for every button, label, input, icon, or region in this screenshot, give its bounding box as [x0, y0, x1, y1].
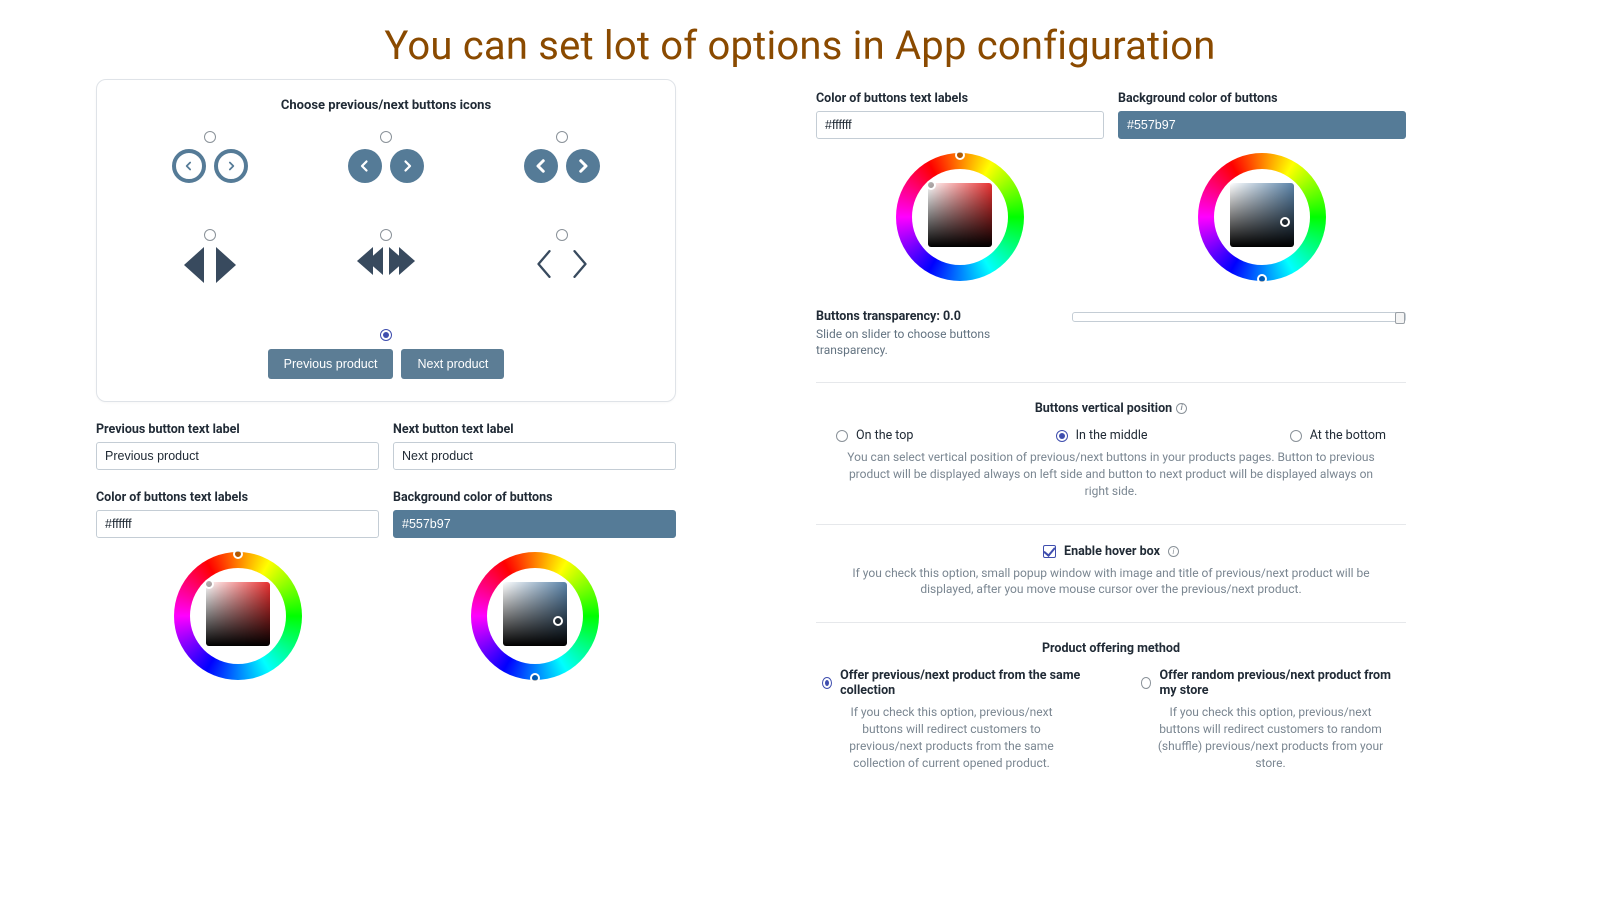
- icon-option-3[interactable]: [524, 131, 600, 183]
- icon-option-5[interactable]: [357, 229, 415, 285]
- divider: [816, 524, 1406, 525]
- offer-random-desc: If you check this option, previous/next …: [1141, 704, 1400, 771]
- radio-icon-option-4[interactable]: [204, 229, 216, 241]
- vpos-option-middle[interactable]: In the middle: [1056, 428, 1148, 443]
- r-text-color-input[interactable]: [816, 111, 1104, 139]
- radio-icon-option-3[interactable]: [556, 131, 568, 143]
- icon-option-2[interactable]: [348, 131, 424, 183]
- arrow-right-circle-outline-icon: [214, 149, 248, 183]
- radio-vpos-bottom[interactable]: [1290, 430, 1302, 442]
- vertical-position-desc: You can select vertical position of prev…: [816, 449, 1406, 499]
- triangle-left-icon: [184, 247, 204, 283]
- vpos-option-bottom[interactable]: At the bottom: [1290, 428, 1386, 443]
- transparency-subtitle: Slide on slider to choose buttons transp…: [816, 327, 1046, 358]
- r-bg-color-label: Background color of buttons: [1118, 91, 1406, 106]
- r-bg-color-input[interactable]: [1118, 111, 1406, 139]
- arrow-left-circle-outline-icon: [172, 149, 206, 183]
- vertical-position-title: Buttons vertical position: [816, 401, 1406, 416]
- preview-previous-button[interactable]: Previous product: [268, 349, 394, 379]
- info-icon: [1176, 403, 1187, 414]
- radio-icon-option-5[interactable]: [380, 229, 392, 241]
- r-text-color-label: Color of buttons text labels: [816, 91, 1104, 106]
- hover-box-desc: If you check this option, small popup wi…: [816, 565, 1406, 599]
- triangle-right-icon: [216, 247, 236, 283]
- transparency-slider[interactable]: [1072, 312, 1406, 322]
- r-text-color-picker[interactable]: [896, 153, 1024, 281]
- radio-vpos-middle[interactable]: [1056, 430, 1068, 442]
- previous-button-label-input[interactable]: [96, 442, 379, 470]
- double-triangle-left-icon: [357, 247, 383, 275]
- info-icon: i: [1168, 546, 1179, 557]
- text-color-picker[interactable]: [174, 552, 302, 680]
- chevron-left-circle-icon: [348, 149, 382, 183]
- chevron-right-bold-circle-icon: [566, 149, 600, 183]
- chevron-left-bold-circle-icon: [524, 149, 558, 183]
- bg-color-label: Background color of buttons: [393, 490, 676, 505]
- double-triangle-right-icon: [389, 247, 415, 275]
- divider: [816, 622, 1406, 623]
- preview-next-button[interactable]: Next product: [401, 349, 504, 379]
- radio-offer-same[interactable]: [822, 677, 832, 689]
- next-button-label-title: Next button text label: [393, 422, 676, 437]
- bg-color-input[interactable]: [393, 510, 676, 538]
- hover-box-label: Enable hover box: [1064, 544, 1160, 559]
- radio-offer-random[interactable]: [1141, 677, 1151, 689]
- radio-icon-option-2[interactable]: [380, 131, 392, 143]
- angle-left-icon: [533, 247, 555, 285]
- r-bg-color-picker[interactable]: [1198, 153, 1326, 281]
- icon-option-4[interactable]: [184, 229, 236, 285]
- text-color-label: Color of buttons text labels: [96, 490, 379, 505]
- chevron-right-circle-icon: [390, 149, 424, 183]
- radio-icon-option-6[interactable]: [556, 229, 568, 241]
- offer-same-label: Offer previous/next product from the sam…: [840, 668, 1081, 698]
- vpos-option-top[interactable]: On the top: [836, 428, 913, 443]
- divider: [816, 382, 1406, 383]
- offer-same-desc: If you check this option, previous/next …: [822, 704, 1081, 771]
- page-title: You can set lot of options in App config…: [0, 0, 1600, 79]
- offer-random-label: Offer random previous/next product from …: [1159, 668, 1400, 698]
- hover-box-checkbox[interactable]: [1043, 545, 1056, 558]
- radio-icon-option-text-buttons[interactable]: [380, 329, 392, 341]
- next-button-label-input[interactable]: [393, 442, 676, 470]
- bg-color-picker[interactable]: [471, 552, 599, 680]
- offer-method-title: Product offering method: [816, 641, 1406, 656]
- icon-option-1[interactable]: [172, 131, 248, 183]
- angle-right-icon: [569, 247, 591, 285]
- slider-handle-icon[interactable]: [1395, 312, 1405, 324]
- icon-style-card: Choose previous/next buttons icons: [96, 79, 676, 402]
- previous-button-label-title: Previous button text label: [96, 422, 379, 437]
- transparency-title: Buttons transparency: 0.0: [816, 309, 1046, 324]
- icon-option-6[interactable]: [533, 229, 591, 285]
- radio-vpos-top[interactable]: [836, 430, 848, 442]
- text-color-input[interactable]: [96, 510, 379, 538]
- radio-icon-option-1[interactable]: [204, 131, 216, 143]
- icon-card-title: Choose previous/next buttons icons: [117, 98, 655, 113]
